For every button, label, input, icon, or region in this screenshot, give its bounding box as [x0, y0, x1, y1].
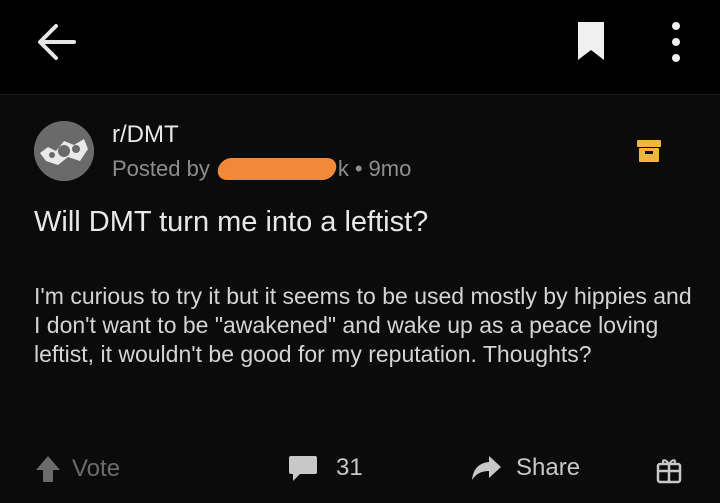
archive-button[interactable]	[636, 138, 662, 164]
more-vertical-icon	[672, 22, 680, 62]
arrow-left-icon	[38, 24, 76, 60]
username-suffix: k	[337, 156, 349, 181]
more-options-button[interactable]	[664, 20, 688, 64]
post-meta: Posted by k • 9mo	[112, 156, 411, 182]
vote-button[interactable]: Vote	[34, 454, 120, 484]
subreddit-avatar[interactable]	[34, 121, 94, 181]
comments-button[interactable]: 31	[288, 454, 363, 482]
upvote-arrow-icon	[36, 456, 60, 482]
vote-label: Vote	[72, 455, 121, 482]
award-button[interactable]	[656, 456, 682, 484]
share-label: Share	[516, 454, 581, 481]
posted-by-label: Posted by	[112, 156, 210, 181]
top-bar	[0, 0, 720, 94]
gift-award-icon	[656, 459, 682, 484]
share-button[interactable]: Share	[470, 454, 580, 482]
post-body: I'm curious to try it but it seems to be…	[34, 283, 692, 367]
redacted-username	[215, 158, 339, 180]
separator-dot: •	[354, 156, 363, 181]
share-arrow-icon	[472, 456, 501, 480]
archive-icon	[637, 140, 661, 162]
bookmark-button[interactable]	[574, 20, 608, 62]
bookmark-icon	[578, 22, 604, 60]
comment-bubble-icon	[289, 456, 317, 481]
post-age: 9mo	[368, 156, 412, 181]
subreddit-logo-icon	[34, 121, 94, 181]
subreddit-name[interactable]: r/DMT	[112, 121, 179, 149]
post-title[interactable]: Will DMT turn me into a leftist?	[34, 206, 428, 239]
back-button[interactable]	[34, 20, 78, 64]
comment-count: 31	[336, 454, 363, 481]
status-strip	[0, 0, 720, 14]
